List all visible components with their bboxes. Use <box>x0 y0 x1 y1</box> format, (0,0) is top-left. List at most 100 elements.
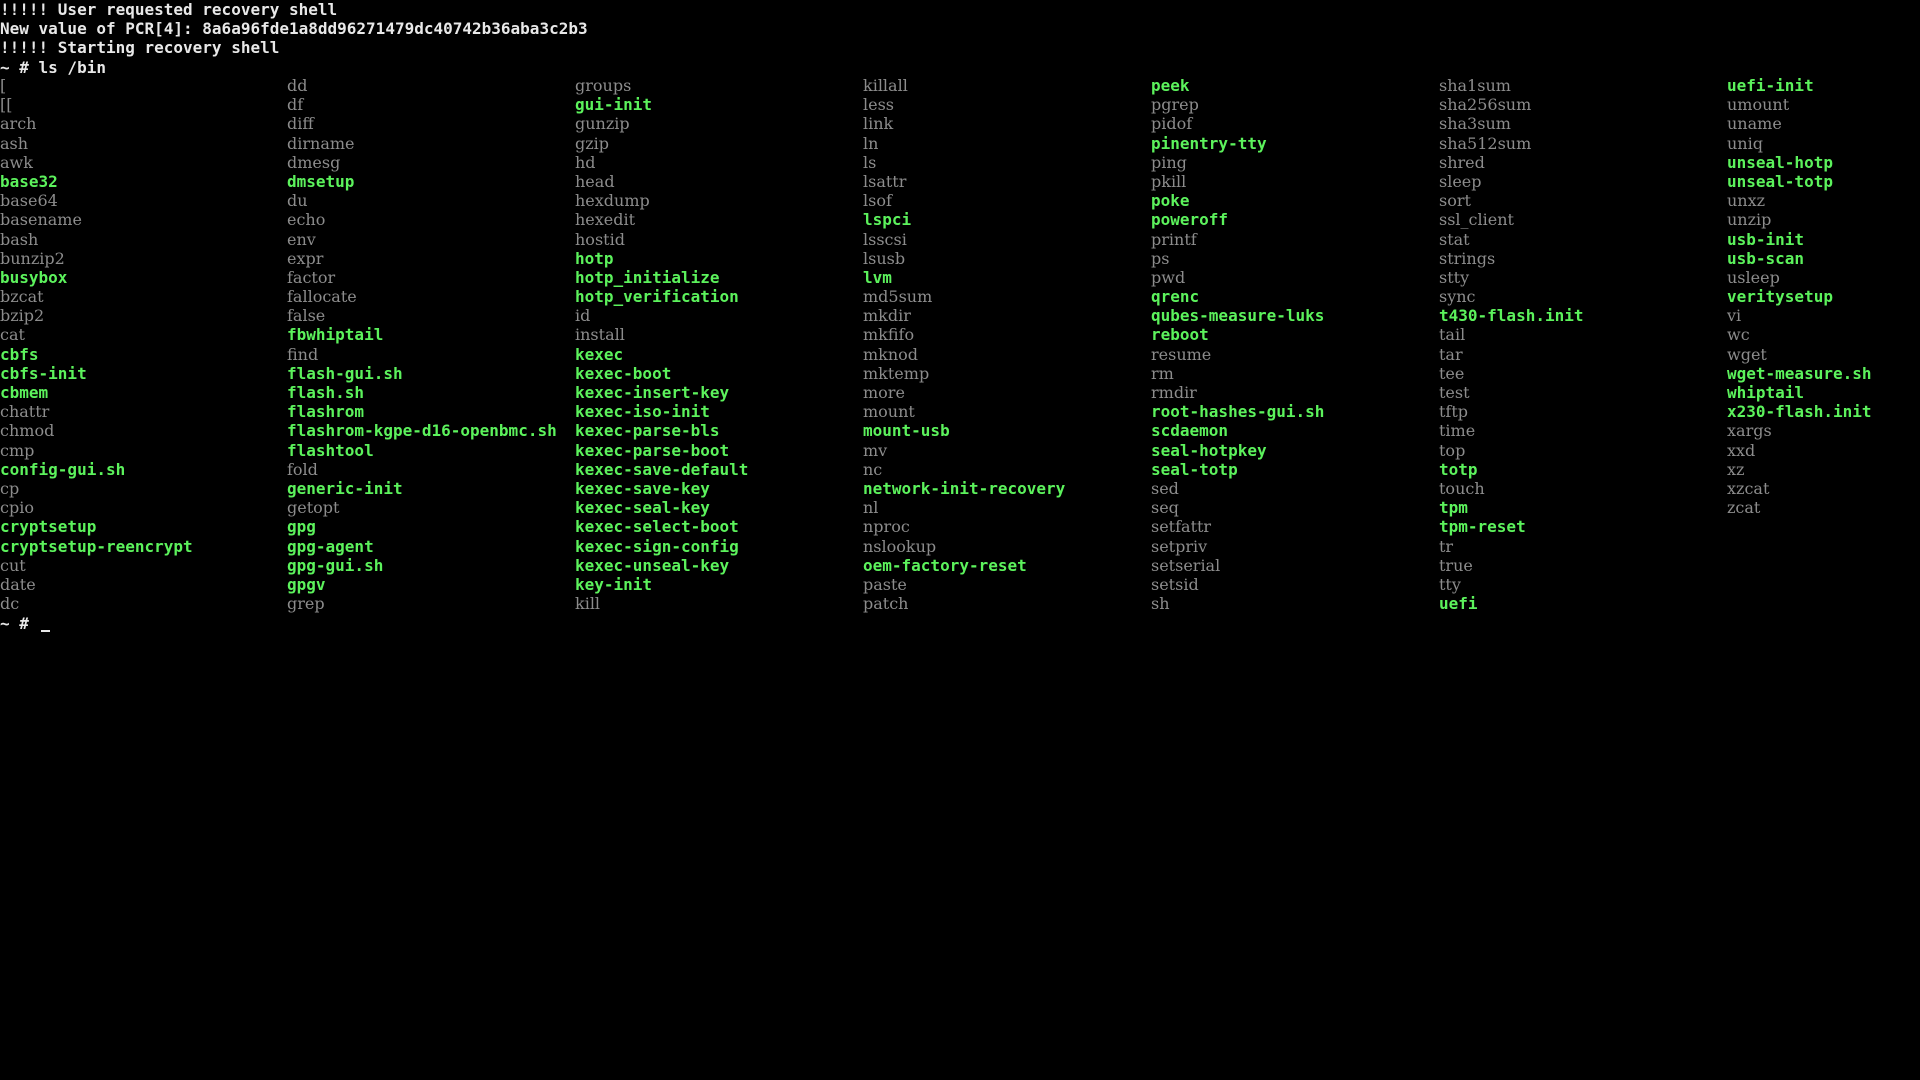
executable-file-entry: usb-init <box>1727 229 1805 249</box>
symlink-file-entry: top <box>1439 440 1466 460</box>
symlink-file-entry: getopt <box>287 498 340 518</box>
symlink-file-entry: xxd <box>1727 440 1756 460</box>
symlink-file-entry: df <box>287 95 304 115</box>
executable-file-entry: kexec-iso-init <box>575 402 710 422</box>
symlink-file-entry: resume <box>1151 344 1212 364</box>
symlink-file-entry: ps <box>1151 248 1170 268</box>
symlink-file-entry: lsusb <box>863 248 906 268</box>
symlink-file-entry: rm <box>1151 363 1174 383</box>
symlink-file-entry: nl <box>863 498 879 518</box>
listing-column: sha1sum sha256sum sha3sum sha512sum shred sle… <box>1439 76 1727 613</box>
symlink-file-entry: pidof <box>1151 114 1193 134</box>
executable-file-entry: cbmem <box>0 383 49 402</box>
command-line: ~ # ls /bin <box>0 57 106 77</box>
executable-file-entry: gpg-gui.sh <box>287 555 384 575</box>
executable-file-entry: veritysetup <box>1727 287 1833 307</box>
symlink-file-entry: sha512sum <box>1439 133 1532 153</box>
symlink-file-entry: setpriv <box>1151 536 1208 556</box>
executable-file-entry: kexec-sign-config <box>575 536 739 556</box>
executable-file-entry: flashtool <box>287 440 374 460</box>
symlink-file-entry: vi <box>1727 306 1742 326</box>
symlink-file-entry: cp <box>0 478 20 498</box>
symlink-file-entry: tail <box>1439 325 1466 345</box>
symlink-file-entry: uname <box>1727 114 1782 134</box>
symlink-file-entry: true <box>1439 555 1473 575</box>
symlink-file-entry: sed <box>1151 478 1179 498</box>
symlink-file-entry: killall <box>863 76 908 95</box>
symlink-file-entry: nc <box>863 459 883 479</box>
executable-file-entry: flashrom <box>287 402 365 422</box>
symlink-file-entry: umount <box>1727 95 1790 115</box>
listing-column: killall less link ln ls lsattr lsof lspci lsscsi… <box>863 76 1151 613</box>
symlink-file-entry: paste <box>863 574 907 594</box>
executable-file-entry: kexec-seal-key <box>575 498 710 518</box>
executable-file-entry: seal-totp <box>1151 459 1238 479</box>
symlink-file-entry: hostid <box>575 229 625 249</box>
executable-file-entry: cbfs <box>0 344 39 364</box>
executable-file-entry: uefi <box>1439 594 1478 614</box>
executable-file-entry: base32 <box>0 171 58 191</box>
symlink-file-entry: expr <box>287 248 324 268</box>
executable-file-entry: unseal-hotp <box>1727 152 1833 172</box>
symlink-file-entry: awk <box>0 152 33 172</box>
symlink-file-entry: hexdump <box>575 191 650 211</box>
symlink-file-entry: printf <box>1151 229 1197 249</box>
executable-file-entry: pinentry-tty <box>1151 133 1267 153</box>
executable-file-entry: fbwhiptail <box>287 325 384 345</box>
symlink-file-entry: chattr <box>0 402 50 422</box>
symlink-file-entry: lsof <box>863 191 892 211</box>
symlink-file-entry: dirname <box>287 133 355 153</box>
symlink-file-entry: base64 <box>0 191 58 211</box>
symlink-file-entry: install <box>575 325 625 345</box>
executable-file-entry: oem-factory-reset <box>863 555 1027 575</box>
symlink-file-entry: sync <box>1439 287 1476 307</box>
symlink-file-entry: ping <box>1151 152 1187 172</box>
symlink-file-entry: [[ <box>0 95 13 115</box>
symlink-file-entry: tar <box>1439 344 1463 364</box>
symlink-file-entry: pkill <box>1151 171 1187 191</box>
shell-prompt: ~ # <box>0 614 39 633</box>
symlink-file-entry: xzcat <box>1727 478 1770 498</box>
executable-file-entry: cryptsetup-reencrypt <box>0 536 193 556</box>
starting-shell-message: !!!!! Starting recovery shell <box>0 38 280 58</box>
executable-file-entry: gpg <box>287 517 316 537</box>
symlink-file-entry: strings <box>1439 248 1496 268</box>
symlink-file-entry: sh <box>1151 594 1170 614</box>
shell-prompt-line[interactable]: ~ # <box>0 614 50 633</box>
symlink-file-entry: ash <box>0 133 29 153</box>
executable-file-entry: x230-flash.init <box>1727 402 1872 422</box>
executable-file-entry: root-hashes-gui.sh <box>1151 402 1325 422</box>
symlink-file-entry: false <box>287 306 326 326</box>
executable-file-entry: t430-flash.init <box>1439 306 1584 326</box>
executable-file-entry: lvm <box>863 267 892 287</box>
executable-file-entry: gui-init <box>575 95 653 115</box>
symlink-file-entry: nproc <box>863 517 910 537</box>
executable-file-entry: seal-hotpkey <box>1151 440 1267 460</box>
executable-file-entry: lspci <box>863 210 912 230</box>
symlink-file-entry: uniq <box>1727 133 1763 153</box>
executable-file-entry: hotp <box>575 248 614 268</box>
symlink-file-entry: sleep <box>1439 171 1482 191</box>
symlink-file-entry: chmod <box>0 421 55 441</box>
symlink-file-entry: basename <box>0 210 82 230</box>
symlink-file-entry: fallocate <box>287 287 357 307</box>
symlink-file-entry: unzip <box>1727 210 1772 230</box>
symlink-file-entry: [ <box>0 76 7 95</box>
executable-file-entry: network-init-recovery <box>863 478 1066 498</box>
executable-file-entry: poweroff <box>1151 210 1229 230</box>
executable-file-entry: tpm-reset <box>1439 517 1526 537</box>
symlink-file-entry: dmesg <box>287 152 341 172</box>
symlink-file-entry: cmp <box>0 440 35 460</box>
executable-file-entry: peek <box>1151 76 1190 95</box>
recovery-request-message: !!!!! User requested recovery shell <box>0 0 338 19</box>
symlink-file-entry: env <box>287 229 316 249</box>
symlink-file-entry: xz <box>1727 459 1745 479</box>
symlink-file-entry: stat <box>1439 229 1470 249</box>
symlink-file-entry: cat <box>0 325 25 345</box>
symlink-file-entry: more <box>863 383 905 402</box>
symlink-file-entry: setserial <box>1151 555 1221 575</box>
executable-file-entry: kexec <box>575 344 624 364</box>
symlink-file-entry: sort <box>1439 191 1471 211</box>
symlink-file-entry: usleep <box>1727 267 1780 287</box>
symlink-file-entry: grep <box>287 594 325 614</box>
